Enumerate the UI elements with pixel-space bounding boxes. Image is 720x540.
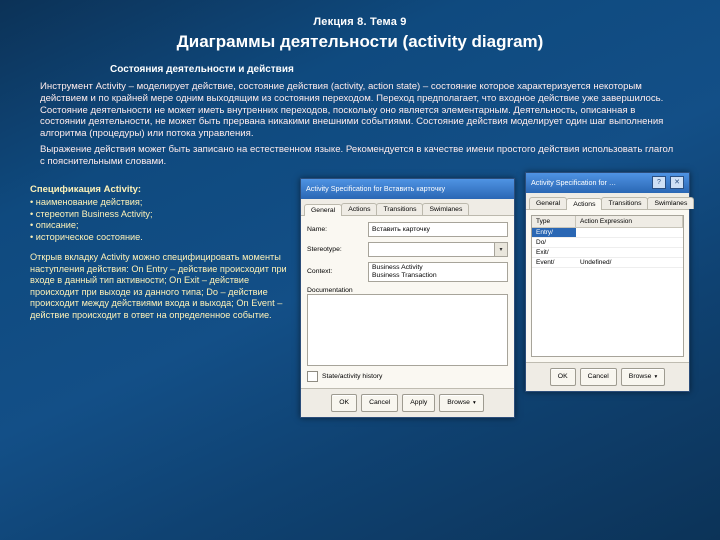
- actions-grid[interactable]: Type Action Expression Entry/ Do/ Ex: [531, 215, 684, 357]
- grid-row[interactable]: Event/ Undefined/: [532, 258, 683, 268]
- spec-title: Спецификация Activity:: [30, 184, 288, 195]
- tab-general[interactable]: General: [304, 204, 342, 216]
- cancel-button[interactable]: Cancel: [580, 368, 617, 386]
- tab-transitions[interactable]: Transitions: [376, 203, 423, 215]
- history-checkbox[interactable]: [307, 371, 318, 382]
- cancel-button[interactable]: Cancel: [361, 394, 398, 412]
- spec-item: описание;: [30, 220, 288, 232]
- body-paragraph-3: Открыв вкладку Activity можно специфицир…: [30, 252, 288, 321]
- tab-transitions[interactable]: Transitions: [601, 197, 648, 209]
- tab-swimlanes[interactable]: Swimlanes: [647, 197, 694, 209]
- page-title: Диаграммы деятельности (activity diagram…: [30, 32, 690, 52]
- spec-list: наименование действия; стереотип Busines…: [30, 197, 288, 245]
- history-checkbox-label: State/activity history: [322, 373, 382, 380]
- grid-cell-type: Do/: [532, 238, 576, 247]
- grid-cell-expr: [576, 238, 683, 247]
- dialog-window-general: Activity Specification for Вставить карт…: [300, 178, 515, 418]
- context-item[interactable]: Business Transaction: [372, 272, 504, 280]
- lecture-pretitle: Лекция 8. Тема 9: [30, 16, 690, 28]
- grid-header-type: Type: [532, 216, 576, 227]
- titlebar-text: Activity Specification for …: [531, 178, 616, 187]
- tab-general[interactable]: General: [529, 197, 567, 209]
- grid-cell-expr: [576, 248, 683, 257]
- spec-item: историческое состояние.: [30, 232, 288, 244]
- browse-button[interactable]: Browse▾: [621, 368, 665, 386]
- tab-strip: General Actions Transitions Swimlanes: [301, 199, 514, 216]
- grid-row[interactable]: Do/: [532, 238, 683, 248]
- grid-cell-type: Entry/: [532, 228, 576, 237]
- ok-button[interactable]: OK: [550, 368, 576, 386]
- context-label: Context:: [307, 268, 363, 275]
- body-paragraph-1: Инструмент Activity – моделирует действи…: [40, 81, 680, 140]
- tab-strip: General Actions Transitions Swimlanes: [526, 193, 689, 210]
- stereotype-combo[interactable]: ▾: [368, 242, 508, 257]
- context-item[interactable]: Business Activity: [372, 264, 504, 272]
- grid-cell-type: Exit/: [532, 248, 576, 257]
- titlebar-text: Activity Specification for Вставить карт…: [306, 184, 445, 193]
- browse-button[interactable]: Browse▾: [439, 394, 483, 412]
- grid-header-expression: Action Expression: [576, 216, 683, 227]
- close-button[interactable]: ✕: [670, 176, 684, 189]
- tab-actions[interactable]: Actions: [341, 203, 377, 215]
- grid-cell-expr: [576, 228, 683, 237]
- grid-row[interactable]: Exit/: [532, 248, 683, 258]
- name-label: Name:: [307, 226, 363, 233]
- chevron-down-icon: ▾: [494, 243, 507, 256]
- chevron-down-icon: ▾: [654, 374, 657, 380]
- tab-swimlanes[interactable]: Swimlanes: [422, 203, 469, 215]
- ok-button[interactable]: OK: [331, 394, 357, 412]
- documentation-label: Documentation: [307, 287, 508, 294]
- spec-item: стереотип Business Activity;: [30, 209, 288, 221]
- name-input[interactable]: Вставить карточку: [368, 222, 508, 237]
- section-subhead: Состояния деятельности и действия: [110, 64, 690, 75]
- context-list[interactable]: Business Activity Business Transaction: [368, 262, 508, 282]
- grid-cell-type: Event/: [532, 258, 576, 267]
- grid-cell-expr: Undefined/: [576, 258, 683, 267]
- apply-button[interactable]: Apply: [402, 394, 435, 412]
- titlebar: Activity Specification for Вставить карт…: [301, 179, 514, 199]
- titlebar: Activity Specification for … ? ✕: [526, 173, 689, 193]
- help-button[interactable]: ?: [652, 176, 666, 189]
- stereotype-label: Stereotype:: [307, 246, 363, 253]
- spec-item: наименование действия;: [30, 197, 288, 209]
- grid-row[interactable]: Entry/: [532, 228, 683, 238]
- documentation-textarea[interactable]: [307, 294, 508, 366]
- body-paragraph-2: Выражение действия может быть записано н…: [40, 144, 680, 168]
- tab-actions[interactable]: Actions: [566, 198, 602, 210]
- dialog-window-actions: Activity Specification for … ? ✕ General…: [525, 172, 690, 392]
- chevron-down-icon: ▾: [473, 400, 476, 406]
